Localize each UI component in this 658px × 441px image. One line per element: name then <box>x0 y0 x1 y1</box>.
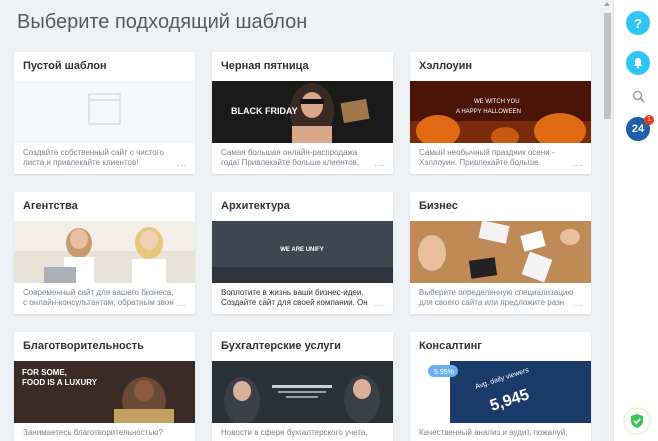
template-title: Агентства <box>23 200 78 212</box>
accounting-image <box>212 361 393 423</box>
template-preview: 5.95% Avg. daily viewers 5,945 <box>410 361 591 423</box>
notifications-button[interactable] <box>626 51 650 75</box>
consulting-image: 5.95% Avg. daily viewers 5,945 <box>410 361 591 423</box>
template-card-consulting[interactable]: Консалтинг 5.95% Avg. daily viewers 5,94… <box>410 332 591 441</box>
template-preview <box>14 81 195 143</box>
template-description: Новости в сфере бухгалтерского учета, <box>221 428 368 437</box>
shield-check-icon <box>631 414 643 428</box>
template-card-accounting[interactable]: Бухгалтерские услуги Новости в сфере бух… <box>212 332 393 441</box>
template-card-business[interactable]: Бизнес Выберите определенную специализац… <box>410 192 591 314</box>
architecture-image: WE ARE UNIFY <box>212 221 393 283</box>
bell-icon <box>634 58 642 69</box>
template-description: Занимаетесь благотворительностью? <box>23 428 164 437</box>
charity-image: FOR SOME, FOOD IS A LUXURY <box>14 361 195 423</box>
blank-page-icon <box>88 93 121 125</box>
search-button[interactable] <box>626 84 650 108</box>
template-preview: WE WITCH YOU A HAPPY HALLOWEEN <box>410 81 591 143</box>
notification-badge: 1 <box>644 115 654 125</box>
template-card-charity[interactable]: Благотворительность FOR SOME, FOOD IS A … <box>14 332 195 441</box>
help-icon: ? <box>634 15 642 31</box>
template-title: Черная пятница <box>221 60 309 72</box>
template-card-architecture[interactable]: Архитектура WE ARE UNIFY Воплотите в жиз… <box>212 192 393 314</box>
image-text: WE ARE UNIFY <box>280 247 323 253</box>
scrollbar[interactable] <box>602 0 613 441</box>
template-card-blank[interactable]: Пустой шаблон Создайте собственный сайт … <box>14 52 195 174</box>
security-button[interactable] <box>625 409 649 433</box>
template-preview: FOR SOME, FOOD IS A LUXURY <box>14 361 195 423</box>
search-icon <box>632 90 645 103</box>
svg-text:A HAPPY HALLOWEEN: A HAPPY HALLOWEEN <box>456 109 521 115</box>
template-title: Бухгалтерские услуги <box>221 340 341 352</box>
template-description: Самая большая онлайн-распродажа года! Пр… <box>221 148 360 169</box>
image-text: BLACK FRIDAY <box>231 106 298 116</box>
business-image <box>410 221 591 283</box>
template-description: Качественный анализ и аудит, пожалуй, <box>419 428 568 437</box>
bitrix24-logo-icon: 24 <box>631 123 645 135</box>
template-preview <box>410 221 591 283</box>
template-card-halloween[interactable]: Хэллоуин WE WITCH YOU A HAPPY HALLOWEEN … <box>410 52 591 174</box>
template-preview <box>212 361 393 423</box>
template-preview <box>14 221 195 283</box>
main-content: Выберите подходящий шаблон Пустой шаблон… <box>0 0 602 441</box>
template-preview: WE ARE UNIFY <box>212 221 393 283</box>
template-card-black-friday[interactable]: Черная пятница BLACK FRIDAY Самая больша… <box>212 52 393 174</box>
template-title: Архитектура <box>221 200 290 212</box>
template-title: Консалтинг <box>419 340 482 352</box>
template-title: Бизнес <box>419 200 458 212</box>
halloween-image: WE WITCH YOU A HAPPY HALLOWEEN <box>410 81 591 143</box>
template-preview: BLACK FRIDAY <box>212 81 393 143</box>
more-icon[interactable]: ... <box>572 158 583 168</box>
page-title: Выберите подходящий шаблон <box>17 11 308 33</box>
more-icon[interactable]: ... <box>572 298 583 308</box>
more-icon[interactable]: ... <box>176 158 187 168</box>
template-description: Воплотите в жизнь ваши бизнес-идеи. Созд… <box>221 288 368 307</box>
template-card-agencies[interactable]: Агентства Современный сайт для вашего би… <box>14 192 195 314</box>
template-description: Выберите определенную специализацию для … <box>419 288 574 307</box>
svg-text:WE WITCH YOU: WE WITCH YOU <box>474 99 520 105</box>
template-description: Самый необычный праздник осени - Хэллоуи… <box>419 148 555 167</box>
scroll-up-arrow-icon[interactable] <box>604 2 610 6</box>
more-icon[interactable]: ... <box>374 158 385 168</box>
agencies-image <box>14 221 195 283</box>
template-title: Пустой шаблон <box>23 60 107 72</box>
template-title: Хэллоуин <box>419 60 473 72</box>
scroll-thumb[interactable] <box>604 13 611 119</box>
help-button[interactable]: ? <box>626 11 650 35</box>
template-description: Создайте собственный сайт с чистого лист… <box>23 148 164 167</box>
svg-text:5.95%: 5.95% <box>434 369 454 376</box>
svg-text:FOOD IS A LUXURY: FOOD IS A LUXURY <box>22 378 98 387</box>
right-sidebar: ? 24 1 <box>613 0 658 441</box>
template-title: Благотворительность <box>23 340 144 352</box>
more-icon[interactable]: ... <box>176 298 187 308</box>
more-icon[interactable]: ... <box>374 298 385 308</box>
template-description: Современный сайт для вашего бизнеса, с о… <box>23 288 174 307</box>
svg-text:FOR SOME,: FOR SOME, <box>22 368 67 377</box>
black-friday-image: BLACK FRIDAY <box>212 81 393 143</box>
